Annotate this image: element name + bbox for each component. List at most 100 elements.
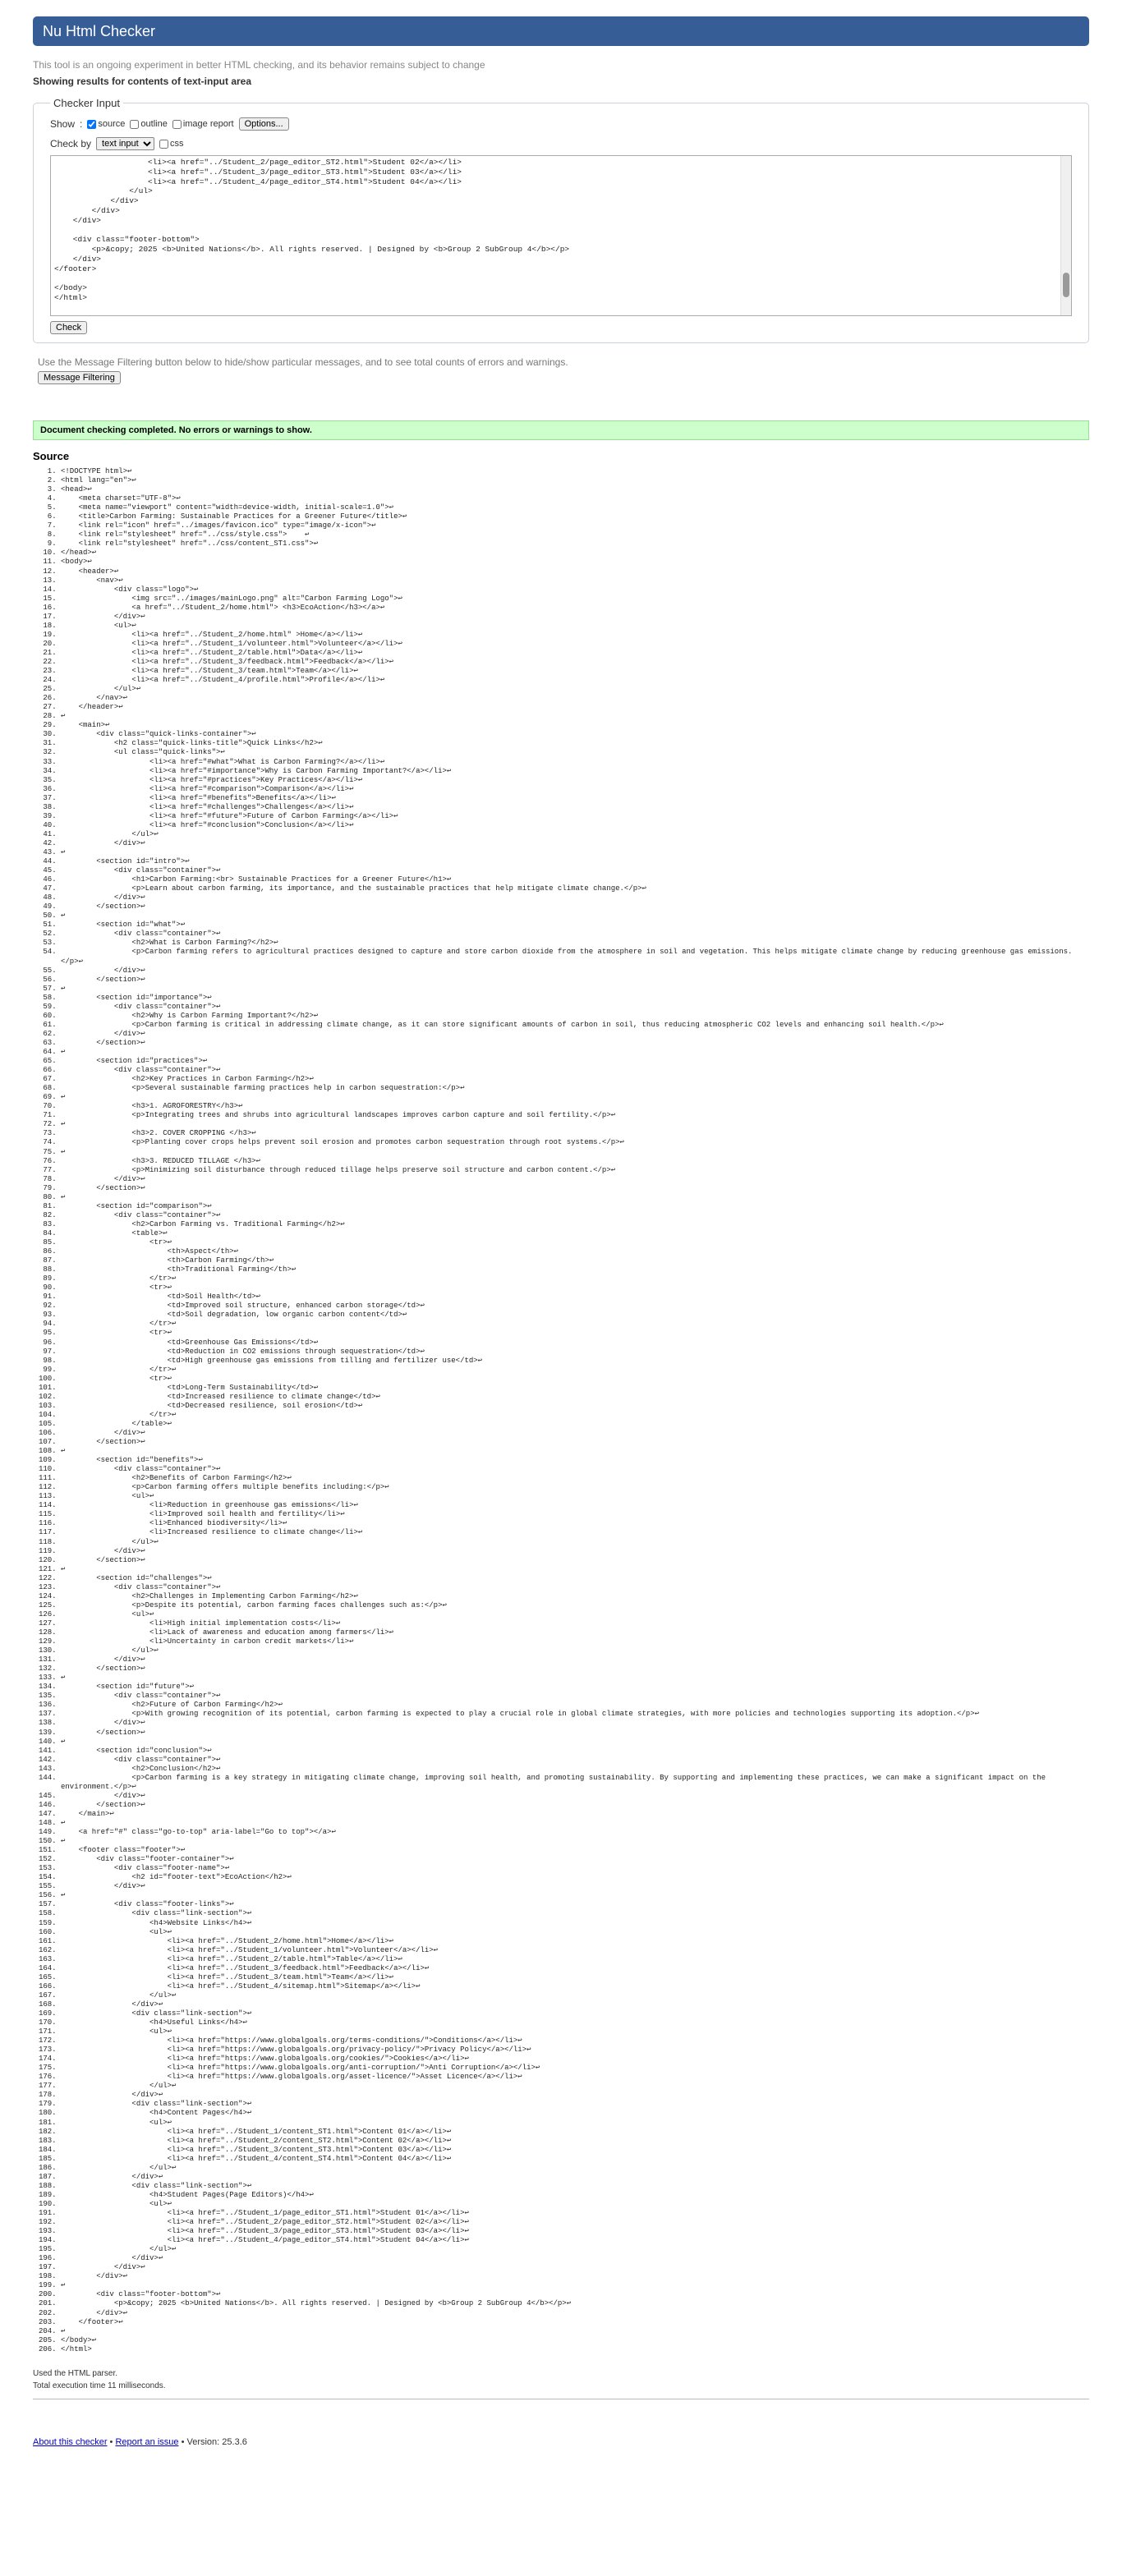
report-issue-link[interactable]: Report an issue <box>115 2437 178 2447</box>
source-line: <div class="container">↩ <box>61 1066 1089 1075</box>
source-line: <li><a href="../Student_1/volunteer.html… <box>61 1946 1089 1955</box>
source-line: ↩ <box>61 2327 1089 2336</box>
check-by-select[interactable]: text input <box>96 137 155 150</box>
tagline: This tool is an ongoing experiment in be… <box>33 59 485 71</box>
source-line: <li><a href="../Student_3/team.html">Tea… <box>61 667 1089 676</box>
source-line: <h2>Future of Carbon Farming</h2>↩ <box>61 1701 1089 1710</box>
checker-input-legend: Checker Input <box>53 97 120 109</box>
about-link[interactable]: About this checker <box>33 2437 108 2447</box>
source-line: <ul class="quick-links">↩ <box>61 748 1089 757</box>
options-button[interactable]: Options... <box>238 117 289 131</box>
source-line: <th>Aspect</th>↩ <box>61 1247 1089 1256</box>
source-line: <td>Reduction in CO2 emissions through s… <box>61 1348 1089 1357</box>
source-line: <td>High greenhouse gas emissions from t… <box>61 1357 1089 1366</box>
source-line: <div class="quick-links-container">↩ <box>61 730 1089 739</box>
source-line: <meta charset="UTF-8">↩ <box>61 494 1089 503</box>
source-line: <header>↩ <box>61 567 1089 576</box>
source-line: <li><a href="../Student_3/content_ST3.ht… <box>61 2146 1089 2155</box>
message-filtering-button[interactable]: Message Filtering <box>38 371 121 384</box>
source-line: </div>↩ <box>61 2272 1089 2281</box>
source-line: <h3>3. REDUCED TILLAGE </h3>↩ <box>61 1157 1089 1166</box>
source-line: <h3>1. AGROFORESTRY</h3>↩ <box>61 1102 1089 1111</box>
source-line: </section>↩ <box>61 1665 1089 1674</box>
source-line: </tr>↩ <box>61 1320 1089 1329</box>
source-line: <th>Traditional Farming</th>↩ <box>61 1265 1089 1274</box>
source-line: </header>↩ <box>61 703 1089 712</box>
source-option[interactable]: source <box>87 119 125 129</box>
css-checkbox[interactable] <box>159 139 169 149</box>
source-line: <li><a href="../Student_1/volunteer.html… <box>61 640 1089 649</box>
image-report-checkbox[interactable] <box>172 119 182 129</box>
source-line: <li><a href="../Student_2/content_ST2.ht… <box>61 2137 1089 2146</box>
scrollbar-thumb[interactable] <box>1063 273 1069 297</box>
source-line: <p>Planting cover crops helps prevent so… <box>61 1138 1089 1147</box>
source-line: <h2>Why is Carbon Farming Important?</h2… <box>61 1012 1089 1021</box>
source-line: <div class="container">↩ <box>61 1003 1089 1012</box>
source-line: <h2>Carbon Farming vs. Traditional Farmi… <box>61 1220 1089 1229</box>
source-line: </section>↩ <box>61 1801 1089 1810</box>
source-line: <li>Uncertainty in carbon credit markets… <box>61 1637 1089 1646</box>
source-line: <td>Decreased resilience, soil erosion</… <box>61 1402 1089 1411</box>
source-line: </div>↩ <box>61 1547 1089 1556</box>
css-option[interactable]: css <box>159 139 184 149</box>
source-line: <li><a href="#benefits">Benefits</a></li… <box>61 794 1089 803</box>
source-line: <body>↩ <box>61 558 1089 567</box>
source-line: <ul>↩ <box>61 2200 1089 2209</box>
source-line: <h3>2. COVER CROPPING </h3>↩ <box>61 1129 1089 1138</box>
source-line: ↩ <box>61 1447 1089 1456</box>
source-line: <div class="container">↩ <box>61 1692 1089 1701</box>
source-line: <li><a href="../Student_4/content_ST4.ht… <box>61 2155 1089 2164</box>
source-line: <li><a href="#conclusion">Conclusion</a>… <box>61 821 1089 830</box>
source-heading: Source <box>33 450 70 462</box>
source-line: <li><a href="https://www.globalgoals.org… <box>61 2073 1089 2082</box>
source-line: <section id="future">↩ <box>61 1683 1089 1692</box>
source-line: <tr>↩ <box>61 1238 1089 1247</box>
source-line: <a href="#" class="go-to-top" aria-label… <box>61 1828 1089 1837</box>
source-line: <p>Minimizing soil disturbance through r… <box>61 1166 1089 1175</box>
source-line: <div class="container">↩ <box>61 930 1089 939</box>
source-line: <section id="intro">↩ <box>61 857 1089 866</box>
source-line: </section>↩ <box>61 1438 1089 1447</box>
source-line: <li><a href="../Student_4/page_editor_ST… <box>61 2236 1089 2245</box>
source-line: <div class="link-section">↩ <box>61 1909 1089 1918</box>
textarea-scrollbar[interactable] <box>1060 156 1071 315</box>
source-line: <li>High initial implementation costs</l… <box>61 1619 1089 1628</box>
check-by-label: Check by <box>50 138 92 149</box>
source-checkbox[interactable] <box>87 119 97 129</box>
source-textarea[interactable]: <li><a href="../Student_2/page_editor_ST… <box>50 155 1072 316</box>
check-button[interactable]: Check <box>50 321 88 334</box>
source-line: </section>↩ <box>61 976 1089 985</box>
textarea-content[interactable]: <li><a href="../Student_2/page_editor_ST… <box>51 156 1071 305</box>
source-line: <p>Carbon farming is a key strategy in m… <box>61 1774 1089 1792</box>
source-line: </div>↩ <box>61 967 1089 976</box>
source-line: <div class="container">↩ <box>61 866 1089 875</box>
source-line: <tr>↩ <box>61 1283 1089 1293</box>
source-line: <td>Long-Term Sustainability</td>↩ <box>61 1384 1089 1393</box>
source-line: <li>Reduction in greenhouse gas emission… <box>61 1501 1089 1510</box>
source-line: </ul>↩ <box>61 1991 1089 2000</box>
source-line: <meta name="viewport" content="width=dev… <box>61 503 1089 512</box>
source-line: </div>↩ <box>61 2000 1089 2009</box>
source-line: <div class="footer-links">↩ <box>61 1900 1089 1909</box>
source-line: <li><a href="../Student_2/table.html">Da… <box>61 649 1089 658</box>
source-line: <li><a href="#comparison">Comparison</a>… <box>61 785 1089 794</box>
outline-checkbox[interactable] <box>130 119 140 129</box>
show-options-row: Show: source outline image report Option… <box>50 117 1072 131</box>
outline-option[interactable]: outline <box>130 119 168 129</box>
filter-note: Use the Message Filtering button below t… <box>38 356 568 368</box>
source-line: <li><a href="#what">What is Carbon Farmi… <box>61 758 1089 767</box>
source-line: </ul>↩ <box>61 2164 1089 2173</box>
source-line: <div class="link-section">↩ <box>61 2182 1089 2191</box>
execution-time: Total execution time 11 milliseconds. <box>33 2381 166 2390</box>
source-line: <ul>↩ <box>61 1492 1089 1501</box>
checker-input-panel: Checker Input Show: source outline image… <box>33 97 1089 343</box>
source-line: <section id="conclusion">↩ <box>61 1747 1089 1756</box>
source-line: <section id="benefits">↩ <box>61 1456 1089 1465</box>
source-line: <p>Learn about carbon farming, its impor… <box>61 884 1089 893</box>
image-report-option[interactable]: image report <box>172 119 234 129</box>
source-line: <title>Carbon Farming: Sustainable Pract… <box>61 512 1089 521</box>
page: Nu Html Checker This tool is an ongoing … <box>33 16 1089 2447</box>
source-line: </section>↩ <box>61 1039 1089 1048</box>
source-line: </div>↩ <box>61 1429 1089 1438</box>
source-line: </div>↩ <box>61 1175 1089 1184</box>
